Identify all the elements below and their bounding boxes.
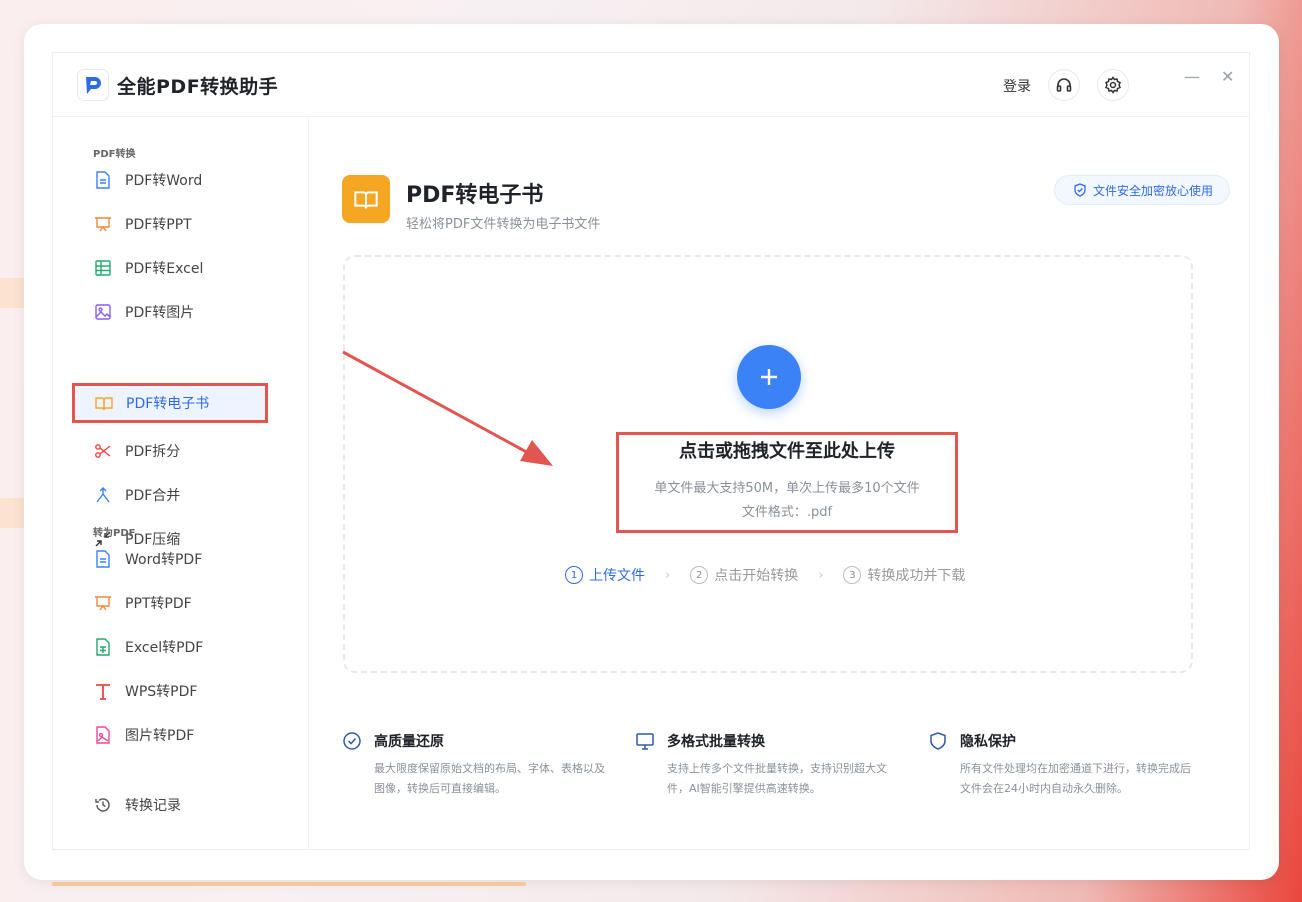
monitor-icon [636,733,654,750]
sidebar-item-pdf-merge[interactable]: PDF合并 [71,475,267,515]
sidebar-item-pdf-to-word[interactable]: PDF转Word [71,160,267,200]
feature-title: 高质量还原 [374,734,444,750]
sidebar-item-pdf-to-ppt[interactable]: PDF转PPT [71,204,267,244]
upload-instructions: 点击或拖拽文件至此处上传 单文件最大支持50M，单次上传最多10个文件 文件格式… [616,432,958,533]
presentation-icon [93,593,113,613]
feature-privacy: 隐私保护 所有文件处理均在加密通道下进行，转换完成后文件会在24小时内自动永久删… [928,731,1198,799]
plus-icon [761,369,777,385]
security-badge: 文件安全加密放心使用 [1054,175,1231,205]
merge-icon [93,485,113,505]
section-title-to-pdf: 转为PDF [93,528,136,539]
feature-description: 所有文件处理均在加密通道下进行，转换完成后文件会在24小时内自动永久删除。 [960,762,1191,795]
minimize-icon[interactable]: — [1184,67,1200,86]
upload-title: 点击或拖拽文件至此处上传 [679,441,895,462]
upload-limit-text: 单文件最大支持50M，单次上传最多10个文件 [654,481,920,496]
step-number: 3 [843,566,862,584]
sidebar-item-label: PDF拆分 [125,444,181,460]
sidebar-item-ppt-to-pdf[interactable]: PPT转PDF [71,583,267,623]
step-convert: 2 点击开始转换 [690,565,798,585]
sidebar-item-excel-to-pdf[interactable]: Excel转PDF [71,627,267,667]
headset-icon[interactable] [1048,69,1080,101]
login-button[interactable]: 登录 [1003,76,1031,96]
step-number: 1 [565,566,583,584]
step-download: 3 转换成功并下载 [843,565,965,585]
table-icon [93,258,113,278]
step-indicator: 1 上传文件 › 2 点击开始转换 › 3 转换成功并下载 [565,565,965,585]
close-icon[interactable]: ✕ [1221,67,1234,86]
sidebar-item-pdf-to-ebook[interactable]: PDF转电子书 [72,383,268,423]
sidebar-item-label: PDF转Excel [125,261,204,277]
upload-dropzone[interactable]: 点击或拖拽文件至此处上传 单文件最大支持50M，单次上传最多10个文件 文件格式… [343,255,1193,673]
chevron-right-icon: › [665,567,671,583]
step-label: 点击开始转换 [714,568,799,584]
sidebar-item-label: PDF合并 [125,488,181,504]
step-label: 上传文件 [589,568,645,584]
feature-title: 多格式批量转换 [667,734,765,750]
security-badge-label: 文件安全加密放心使用 [1093,183,1214,198]
app-window: 全能PDF转换助手 登录 — ✕ PDF转换 PDF转Word PDF转PPT … [52,52,1250,850]
step-label: 转换成功并下载 [867,568,966,584]
step-number: 2 [690,566,709,584]
word-doc-icon [93,549,113,569]
feature-title: 隐私保护 [960,734,1016,750]
step-upload: 1 上传文件 [565,565,645,585]
word-doc-icon [93,170,113,190]
section-title-pdf-convert: PDF转换 [93,149,136,160]
sidebar-item-label: PDF转Word [125,173,203,189]
chevron-right-icon: › [818,567,824,583]
presentation-icon [93,214,113,234]
sidebar-item-history[interactable]: 转换记录 [71,785,267,825]
sidebar-item-label: 转换记录 [125,798,181,814]
sidebar-item-word-to-pdf[interactable]: Word转PDF [71,539,267,579]
sidebar-item-pdf-to-image[interactable]: PDF转图片 [71,292,267,332]
decorative-underline [52,882,526,886]
sidebar-item-label: Excel转PDF [125,640,204,656]
history-icon [93,795,113,815]
excel-doc-icon [93,637,113,657]
badge-check-icon [343,732,361,750]
title-bar: 全能PDF转换助手 登录 — ✕ [53,53,1249,117]
upload-format-text: 文件格式：.pdf [741,505,833,520]
sidebar: PDF转换 PDF转Word PDF转PPT PDF转Excel PDF转图片 [53,117,309,849]
book-icon [94,393,114,413]
image-icon [93,302,113,322]
feature-quality: 高质量还原 最大限度保留原始文档的布局、字体、表格以及图像，转换后可直接编辑。 [342,731,612,799]
sidebar-item-image-to-pdf[interactable]: 图片转PDF [71,715,267,755]
feature-description: 最大限度保留原始文档的布局、字体、表格以及图像，转换后可直接编辑。 [374,762,605,795]
sidebar-item-label: Word转PDF [125,552,203,568]
sidebar-item-label: PDF转电子书 [126,396,210,412]
app-title: 全能PDF转换助手 [117,76,279,98]
sidebar-item-pdf-to-excel[interactable]: PDF转Excel [71,248,267,288]
shield-check-icon [1074,183,1086,197]
sidebar-item-label: PPT转PDF [125,596,192,612]
scissors-icon [93,441,113,461]
wps-icon [93,681,113,701]
sidebar-item-label: PDF转图片 [125,305,195,321]
main-content: PDF转电子书 轻松将PDF文件转换为电子书文件 文件安全加密放心使用 点击或拖… [310,117,1249,849]
image-doc-icon [93,725,113,745]
page-subtitle: 轻松将PDF文件转换为电子书文件 [406,217,601,232]
sidebar-item-pdf-split[interactable]: PDF拆分 [71,431,267,471]
add-file-button[interactable] [737,345,801,409]
app-logo-icon [77,69,109,101]
sidebar-item-label: WPS转PDF [125,684,198,700]
page-title: PDF转电子书 [406,183,544,208]
sidebar-item-label: 图片转PDF [125,728,195,744]
sidebar-item-wps-to-pdf[interactable]: WPS转PDF [71,671,267,711]
shield-icon [930,732,946,750]
ebook-feature-icon [342,175,390,223]
feature-description: 支持上传多个文件批量转换，支持识别超大文件，AI智能引擎提供高速转换。 [667,762,887,795]
sidebar-item-label: PDF转PPT [125,217,192,233]
feature-batch: 多格式批量转换 支持上传多个文件批量转换，支持识别超大文件，AI智能引擎提供高速… [635,731,905,799]
gear-icon[interactable] [1097,69,1129,101]
